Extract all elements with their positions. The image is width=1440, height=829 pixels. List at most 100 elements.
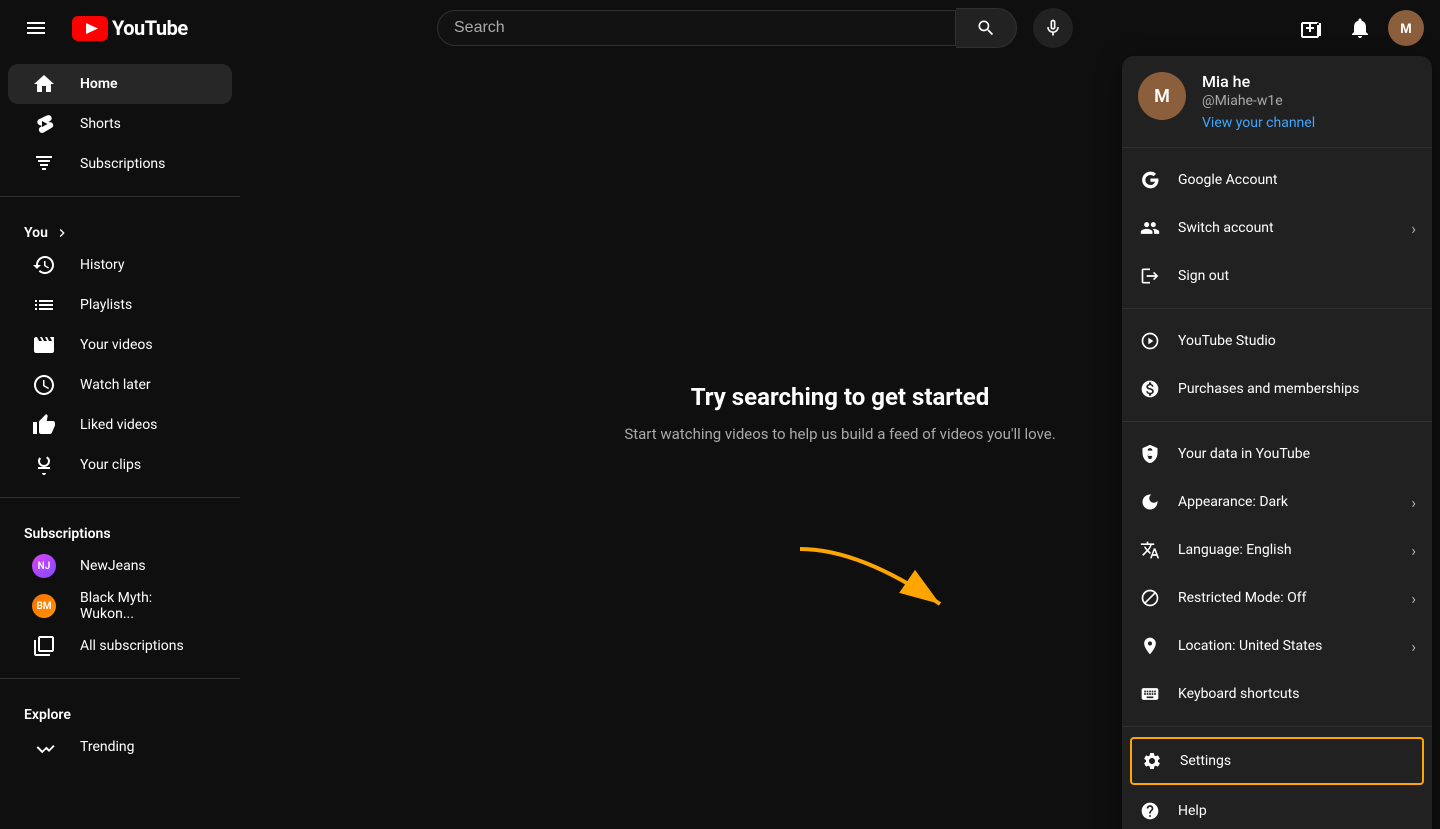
mic-button[interactable]	[1033, 8, 1073, 48]
sign-out-label: Sign out	[1178, 268, 1416, 284]
location-icon	[1138, 634, 1162, 658]
search-button[interactable]	[956, 8, 1017, 48]
profile-handle: @Miahe-w1e	[1202, 93, 1315, 109]
watch-later-icon	[32, 373, 56, 397]
sidebar-item-your-videos[interactable]: Your videos	[8, 325, 232, 365]
shorts-icon	[32, 112, 56, 136]
newjeans-avatar: NJ	[32, 554, 56, 578]
sidebar-label-trending: Trending	[80, 739, 135, 755]
search-form	[437, 8, 1017, 48]
language-icon	[1138, 538, 1162, 562]
sidebar-item-trending[interactable]: Trending	[8, 727, 232, 767]
youtube-logo[interactable]: YouTube	[72, 16, 188, 41]
sidebar-item-all-subscriptions[interactable]: All subscriptions	[8, 626, 232, 666]
history-icon	[32, 253, 56, 277]
sidebar-label-playlists: Playlists	[80, 297, 132, 313]
sidebar-item-your-clips[interactable]: Your clips	[8, 445, 232, 485]
sidebar-item-blackmyth[interactable]: BM Black Myth: Wukon...	[8, 586, 232, 626]
sidebar-label-home: Home	[80, 76, 118, 92]
sidebar-item-liked-videos[interactable]: Liked videos	[8, 405, 232, 445]
dropdown-item-switch-account[interactable]: Switch account ›	[1122, 204, 1432, 252]
create-button[interactable]	[1292, 8, 1332, 48]
all-subs-icon	[32, 634, 56, 658]
divider-2	[0, 497, 240, 498]
subscriptions-section-title: Subscriptions	[0, 510, 240, 546]
empty-state-subtitle: Start watching videos to help us build a…	[624, 423, 1055, 446]
header-center	[254, 8, 1256, 48]
dropdown-profile: M Mia he @Miahe-w1e View your channel	[1122, 56, 1432, 148]
your-videos-icon	[32, 333, 56, 357]
switch-account-arrow: ›	[1411, 219, 1416, 238]
sidebar-item-shorts[interactable]: Shorts	[8, 104, 232, 144]
profile-name: Mia he	[1202, 72, 1315, 91]
dropdown-item-location[interactable]: Location: United States ›	[1122, 622, 1432, 670]
avatar-initials: M	[1400, 20, 1412, 36]
header-left: YouTube	[16, 8, 246, 48]
google-account-label: Google Account	[1178, 172, 1416, 188]
location-arrow: ›	[1411, 637, 1416, 656]
purchases-label: Purchases and memberships	[1178, 381, 1416, 397]
restricted-icon	[1138, 586, 1162, 610]
dropdown-item-sign-out[interactable]: Sign out	[1122, 252, 1432, 300]
sidebar-label-your-videos: Your videos	[80, 337, 153, 353]
dropdown-item-restricted[interactable]: Restricted Mode: Off ›	[1122, 574, 1432, 622]
google-account-icon	[1138, 168, 1162, 192]
sidebar-item-subscriptions[interactable]: Subscriptions	[8, 144, 232, 184]
empty-state: Try searching to get started Start watch…	[624, 383, 1055, 446]
search-input-wrap	[437, 10, 956, 46]
dropdown-item-purchases[interactable]: Purchases and memberships	[1122, 365, 1432, 413]
explore-section-title: Explore	[0, 691, 240, 727]
avatar-button[interactable]: M	[1388, 10, 1424, 46]
divider-1	[0, 196, 240, 197]
sidebar-label-history: History	[80, 257, 125, 273]
sidebar-item-playlists[interactable]: Playlists	[8, 285, 232, 325]
sidebar-item-newjeans[interactable]: NJ NewJeans	[8, 546, 232, 586]
home-icon	[32, 72, 56, 96]
language-label: Language: English	[1178, 542, 1395, 558]
appearance-label: Appearance: Dark	[1178, 494, 1395, 510]
dropdown-item-your-data[interactable]: Your data in YouTube	[1122, 430, 1432, 478]
logo-text: YouTube	[112, 16, 188, 40]
appearance-icon	[1138, 490, 1162, 514]
sidebar-item-home[interactable]: Home	[8, 64, 232, 104]
purchases-icon	[1138, 377, 1162, 401]
dropdown-section-1: Google Account Switch account › Sign out	[1122, 148, 1432, 309]
sidebar-label-your-clips: Your clips	[80, 457, 141, 473]
sidebar-item-watch-later[interactable]: Watch later	[8, 365, 232, 405]
your-data-icon	[1138, 442, 1162, 466]
your-data-label: Your data in YouTube	[1178, 446, 1416, 462]
you-section-title[interactable]: You	[0, 209, 240, 245]
restricted-label: Restricted Mode: Off	[1178, 590, 1395, 606]
switch-account-icon	[1138, 216, 1162, 240]
dropdown-section-3: Your data in YouTube Appearance: Dark › …	[1122, 422, 1432, 727]
keyboard-label: Keyboard shortcuts	[1178, 686, 1416, 702]
header: YouTube	[0, 0, 1440, 56]
restricted-arrow: ›	[1411, 589, 1416, 608]
keyboard-icon	[1138, 682, 1162, 706]
search-input[interactable]	[438, 11, 955, 45]
settings-label: Settings	[1180, 753, 1414, 769]
dropdown-item-keyboard[interactable]: Keyboard shortcuts	[1122, 670, 1432, 718]
blackmyth-avatar: BM	[32, 594, 56, 618]
sidebar-item-history[interactable]: History	[8, 245, 232, 285]
sidebar-label-blackmyth: Black Myth: Wukon...	[80, 590, 208, 622]
dropdown-item-youtube-studio[interactable]: YouTube Studio	[1122, 317, 1432, 365]
view-channel-link[interactable]: View your channel	[1202, 115, 1315, 131]
dropdown-section-2: YouTube Studio Purchases and memberships	[1122, 309, 1432, 422]
notifications-button[interactable]	[1340, 8, 1380, 48]
language-arrow: ›	[1411, 541, 1416, 560]
header-right: M	[1264, 8, 1424, 48]
dropdown-item-appearance[interactable]: Appearance: Dark ›	[1122, 478, 1432, 526]
subscriptions-icon	[32, 152, 56, 176]
dropdown-item-google-account[interactable]: Google Account	[1122, 156, 1432, 204]
switch-account-label: Switch account	[1178, 220, 1395, 236]
sidebar-label-liked-videos: Liked videos	[80, 417, 157, 433]
sidebar-label-shorts: Shorts	[80, 116, 121, 132]
sidebar-label-subscriptions: Subscriptions	[80, 156, 165, 172]
menu-button[interactable]	[16, 8, 56, 48]
sidebar: Home Shorts Subscriptions You His	[0, 56, 240, 773]
dropdown-item-language[interactable]: Language: English ›	[1122, 526, 1432, 574]
dropdown-profile-info: Mia he @Miahe-w1e View your channel	[1202, 72, 1315, 131]
dropdown-avatar: M	[1138, 72, 1186, 120]
settings-icon	[1140, 749, 1164, 773]
